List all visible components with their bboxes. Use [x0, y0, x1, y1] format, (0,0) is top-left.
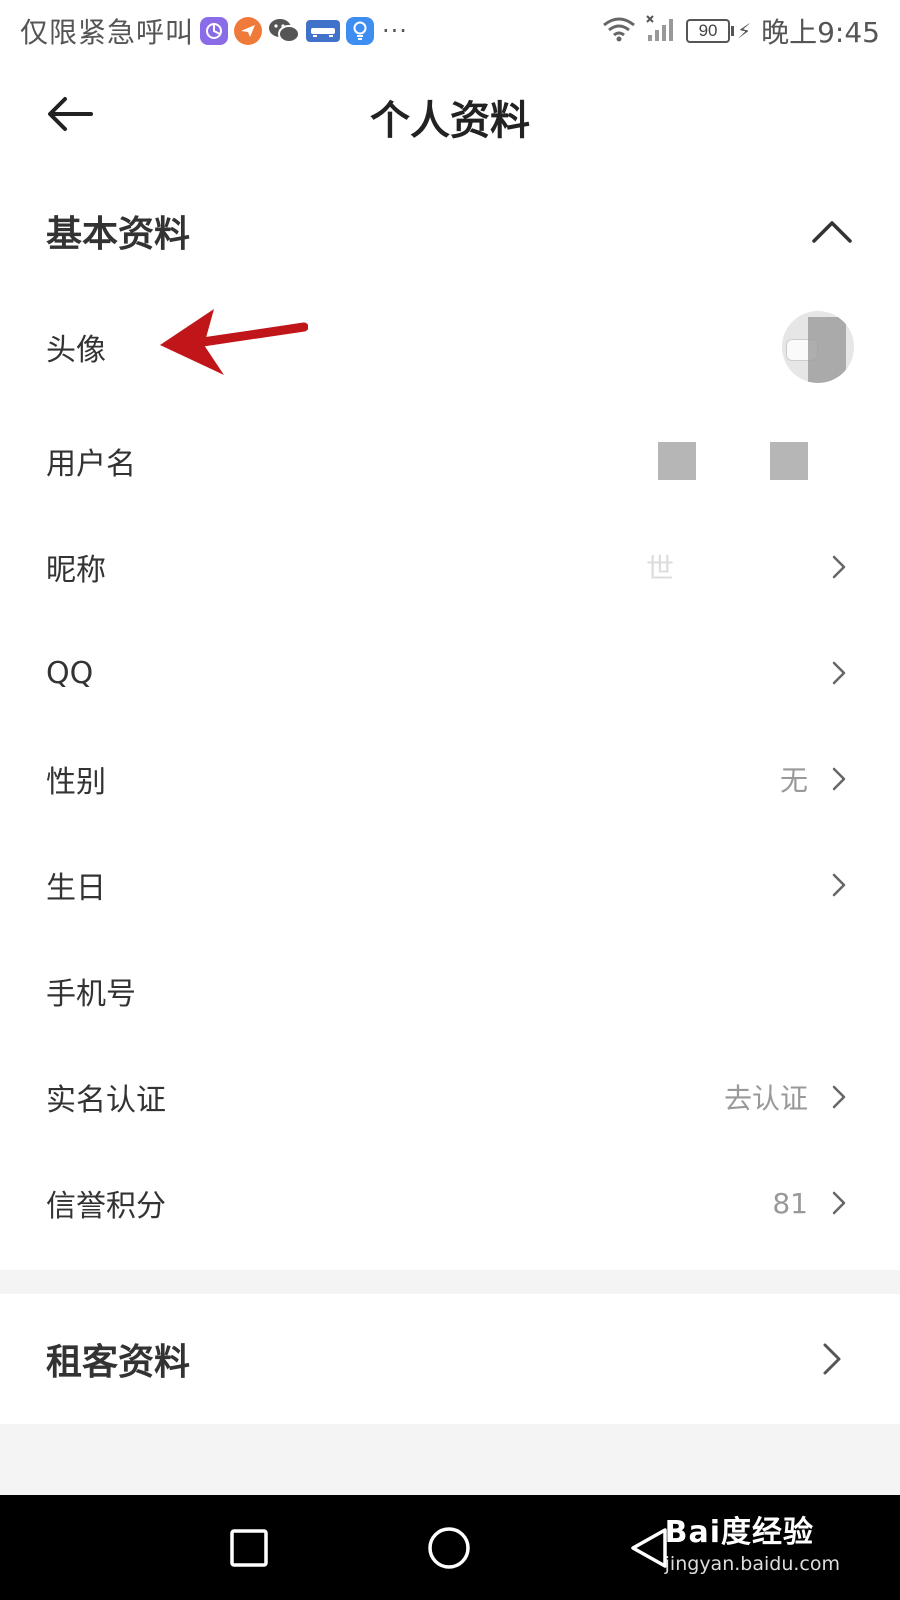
more-notifications-icon: ···: [382, 17, 408, 45]
wifi-icon: [602, 16, 636, 46]
status-bar: 仅限紧急呼叫 ··· 90 ⚡ 晚上9:45: [0, 0, 900, 62]
nickname-row[interactable]: 昵称 世: [0, 514, 900, 620]
row-label: QQ: [46, 655, 94, 691]
chevron-right-icon: [824, 552, 854, 582]
gender-value: 无: [779, 764, 808, 797]
qq-row[interactable]: QQ: [0, 620, 900, 726]
clock: 晚上9:45: [761, 16, 880, 49]
nickname-value: 世: [645, 552, 674, 585]
chevron-right-icon: [824, 1082, 854, 1112]
bulb-app-icon: [346, 17, 375, 45]
birthday-row[interactable]: 生日: [0, 832, 900, 938]
chevron-right-icon: [824, 658, 854, 688]
avatar-row[interactable]: 头像: [0, 294, 900, 400]
row-label: 性别: [46, 765, 106, 800]
chevron-right-icon: [824, 1188, 854, 1218]
wechat-icon: [268, 17, 301, 45]
verification-status: 去认证: [723, 1082, 808, 1115]
watermark-url: jingyan.baidu.com: [664, 1553, 840, 1575]
credit-score-row[interactable]: 信誉积分 81: [0, 1150, 900, 1256]
car-app-icon: [306, 20, 341, 42]
purple-app-icon: [200, 17, 229, 45]
row-label: 实名认证: [46, 1083, 166, 1118]
section-title: 租客资料: [46, 1342, 191, 1383]
row-label: 手机号: [46, 977, 136, 1012]
signal-icon: [646, 15, 676, 47]
credit-score-value: 81: [772, 1186, 808, 1220]
watermark-logo: Bai度经验: [664, 1515, 815, 1550]
notification-icons: [200, 17, 375, 45]
square-icon: [230, 1529, 268, 1567]
real-name-verification-row[interactable]: 实名认证 去认证: [0, 1044, 900, 1150]
gender-row[interactable]: 性别 无: [0, 726, 900, 832]
battery-level: 90: [686, 19, 731, 43]
row-label: 头像: [46, 333, 106, 368]
row-label: 信誉积分: [46, 1189, 166, 1224]
system-navigation-bar: Bai度经验 jingyan.baidu.com: [0, 1495, 900, 1600]
tenant-info-header[interactable]: 租客资料: [0, 1294, 900, 1424]
carrier-text: 仅限紧急呼叫: [20, 16, 195, 49]
home-button[interactable]: [426, 1525, 472, 1571]
row-label: 生日: [46, 871, 106, 906]
charging-icon: ⚡: [737, 19, 752, 43]
row-label: 昵称: [46, 553, 106, 588]
paper-plane-icon: [234, 17, 263, 45]
row-label: 用户名: [46, 447, 136, 482]
app-header: 个人资料: [0, 62, 900, 168]
phone-row: 手机号: [0, 938, 900, 1044]
battery-indicator: 90 ⚡: [686, 19, 751, 43]
chevron-right-icon: [824, 764, 854, 794]
chevron-up-icon: [810, 209, 854, 253]
basic-info-header[interactable]: 基本资料: [0, 168, 900, 294]
basic-info-card: 基本资料 头像 用户名 昵称 世 QQ 性别 无 生日 手机号 实名认证 去认证…: [0, 168, 900, 1270]
username-value-redacted: [658, 442, 808, 480]
chevron-right-icon: [810, 1337, 854, 1381]
username-row: 用户名: [0, 408, 900, 514]
page-title: 个人资料: [370, 98, 530, 144]
section-title: 基本资料: [46, 214, 191, 255]
recent-apps-button[interactable]: [226, 1525, 272, 1571]
chevron-right-icon: [824, 870, 854, 900]
avatar[interactable]: [782, 311, 854, 383]
baidu-jingyan-watermark: Bai度经验 jingyan.baidu.com: [665, 1507, 840, 1575]
circle-icon: [428, 1527, 470, 1569]
annotation-arrow-icon: [160, 309, 308, 375]
tenant-info-card: 租客资料: [0, 1294, 900, 1424]
